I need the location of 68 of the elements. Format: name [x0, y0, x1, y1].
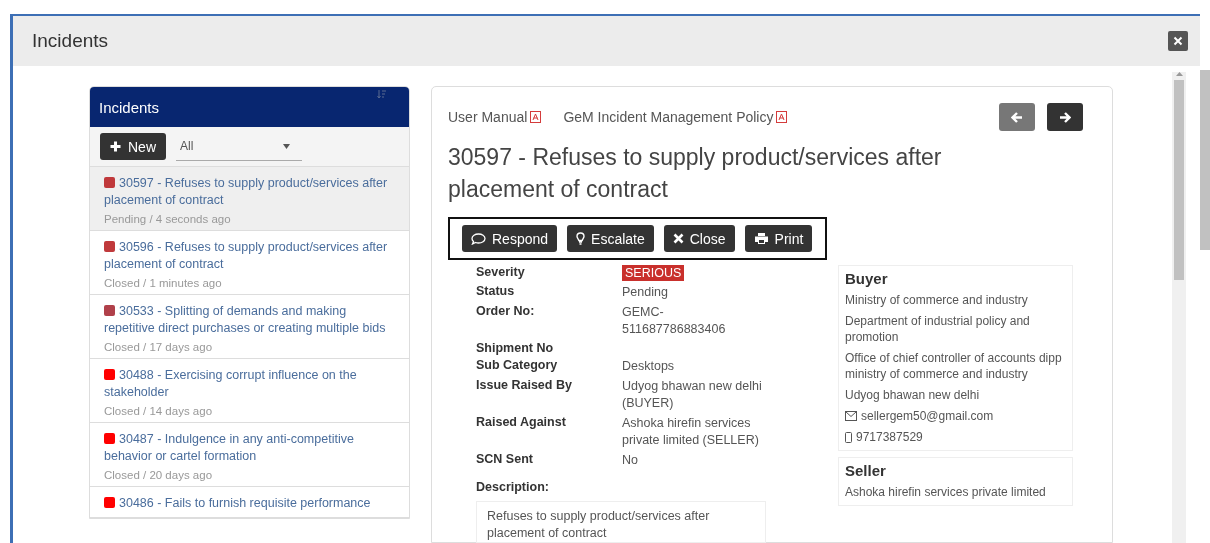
phone-icon — [845, 431, 852, 443]
scroll-up-icon[interactable] — [1175, 72, 1183, 76]
severity-badge: SERIOUS — [622, 265, 685, 281]
field-value: Udyog bhawan new delhi (BUYER) — [622, 378, 763, 412]
description-label: Description: — [476, 480, 550, 494]
incident-status: Closed / 20 days ago — [104, 469, 214, 481]
incident-status: Closed / 1 minutes ago — [104, 277, 223, 289]
buyer-line: Udyog bhawan new delhi — [845, 387, 981, 403]
pdf-icon — [530, 111, 542, 123]
field-value: Pending — [622, 284, 669, 301]
close-icon — [1173, 36, 1183, 46]
buyer-line: Ministry of commerce and industry — [845, 292, 1029, 308]
field-label: Raised Against — [476, 415, 567, 431]
escalate-button[interactable]: Escalate — [567, 225, 654, 252]
list-title: Incidents — [99, 98, 160, 116]
new-button[interactable]: New — [100, 133, 166, 160]
field-label: Status — [476, 284, 516, 300]
field-label: Issue Raised By — [476, 378, 573, 394]
buyer-phone: 9717387529 — [856, 429, 923, 445]
incident-title[interactable]: 30597 - Refuses to supply product/services after placement of contract — [104, 175, 395, 209]
pdf-icon — [776, 111, 788, 123]
close-icon — [672, 233, 684, 244]
incident-title[interactable]: 30488 - Exercising corrupt influence on the stakeholder — [104, 367, 395, 401]
right-arrow-icon — [1059, 111, 1071, 123]
close-button[interactable]: Close — [663, 225, 735, 252]
document-link[interactable]: GeM Incident Management Policy — [563, 109, 788, 125]
sort-icon[interactable] — [377, 89, 387, 99]
filter-dropdown[interactable]: All — [176, 132, 302, 161]
speech-bubble-icon — [471, 232, 486, 245]
lightbulb-icon — [576, 232, 586, 245]
document-link[interactable]: User Manual — [448, 109, 542, 125]
seller-title: Seller — [845, 462, 887, 479]
print-button[interactable]: Print — [744, 225, 813, 252]
buyer-email: sellergem50@gmail.com — [861, 408, 994, 424]
close-button[interactable] — [1168, 31, 1188, 51]
seller-line: Ashoka hirefin services private limited — [845, 484, 1047, 500]
field-label: Shipment No — [476, 341, 555, 355]
buyer-line: Department of industrial policy and promotion — [845, 313, 1031, 345]
incident-title[interactable]: 30486 - Fails to furnish requisite performance — [104, 495, 395, 512]
buyer-line: Office of chief controller of accounts dipp ministry of commerce and industry — [845, 350, 1063, 382]
scrollbar[interactable] — [1172, 72, 1186, 543]
field-label: Sub Category — [476, 358, 559, 374]
envelope-icon — [845, 411, 857, 421]
incident-title[interactable]: 30533 - Splitting of demands and making repetitive direct purchases or creating multiple bids — [104, 303, 395, 337]
field-label: Severity — [476, 265, 526, 281]
incident-status: Pending / 4 seconds ago — [104, 213, 232, 225]
buyer-title: Buyer — [845, 270, 889, 287]
printer-icon — [753, 232, 769, 245]
description-text: Refuses to supply product/services after placement of contract — [476, 501, 766, 543]
incident-heading: 30597 - Refuses to supply product/services after placement of contract — [448, 143, 943, 204]
field-value: No — [622, 452, 639, 469]
incident-title[interactable]: 30596 - Refuses to supply product/services after placement of contract — [104, 239, 395, 273]
page-scrollbar[interactable] — [1200, 70, 1210, 250]
field-value: GEMC- 511687786883406 — [622, 304, 727, 338]
field-value: Desktops — [622, 358, 676, 375]
next-button[interactable] — [1047, 103, 1083, 131]
field-value: Ashoka hirefin services private limited (SELLER) — [622, 415, 760, 449]
field-label: Order No: — [476, 304, 536, 320]
caret-icon — [283, 143, 290, 149]
respond-button[interactable]: Respond — [462, 225, 558, 252]
incident-item[interactable]: 30597 - Refuses to supply product/services after placement of contract Pending / 4 seconds ago — [90, 167, 409, 231]
plus-icon — [110, 141, 121, 152]
incident-title[interactable]: 30487 - Indulgence in any anti-competitive behavior or cartel formation — [104, 431, 395, 465]
field-label: SCN Sent — [476, 452, 534, 468]
incident-status: Closed / 14 days ago — [104, 405, 214, 417]
window-title: Incidents — [32, 30, 109, 52]
left-arrow-icon — [1011, 111, 1023, 123]
incident-status: Closed / 17 days ago — [104, 341, 214, 353]
